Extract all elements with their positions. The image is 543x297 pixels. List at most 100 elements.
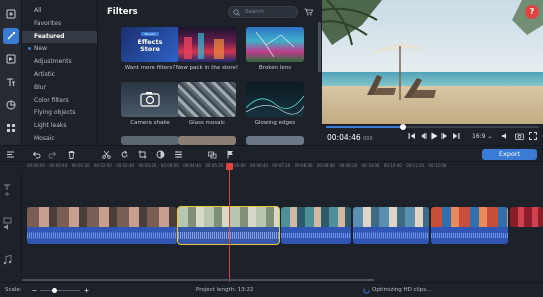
glass-mosaic-tile[interactable] bbox=[178, 82, 236, 117]
redo-icon[interactable] bbox=[48, 150, 57, 159]
timeline-clip[interactable] bbox=[353, 207, 429, 244]
stickers-icon bbox=[6, 100, 16, 110]
help-button[interactable]: ? bbox=[525, 5, 539, 19]
color-adjust-icon[interactable] bbox=[156, 150, 165, 159]
snapshot-camera-icon[interactable] bbox=[515, 132, 524, 140]
category-item[interactable]: New bbox=[22, 43, 97, 56]
more-tools-button[interactable] bbox=[3, 120, 19, 136]
category-label: Favorites bbox=[34, 19, 62, 27]
filter-tile-partial[interactable] bbox=[178, 136, 236, 145]
category-item[interactable]: Artistic bbox=[22, 69, 97, 82]
timeline-clip[interactable] bbox=[27, 207, 177, 244]
filter-tile-partial[interactable] bbox=[121, 136, 179, 145]
category-item[interactable]: Blur bbox=[22, 82, 97, 95]
optimizing-status: Optimizing HD clips... bbox=[372, 287, 432, 293]
ruler-tick-label: 00:06:40 bbox=[250, 163, 268, 168]
import-tool-button[interactable] bbox=[3, 6, 19, 22]
ruler-tick-label: 00:00:40 bbox=[49, 163, 68, 168]
ruler-tick-label: 00:01:20 bbox=[71, 163, 90, 168]
step-forward-icon[interactable] bbox=[441, 132, 449, 140]
scale-label: Scale: bbox=[5, 287, 22, 293]
clip-thumbnails bbox=[281, 207, 351, 227]
category-item[interactable]: Featured bbox=[22, 30, 97, 44]
ruler-tick-label: 00:12:00 bbox=[428, 163, 447, 168]
ruler-tick-label: 00:08:00 bbox=[294, 163, 313, 168]
clip-thumbnails bbox=[431, 207, 508, 227]
category-item[interactable]: Color filters bbox=[22, 95, 97, 108]
timecode-ms: 000 bbox=[363, 136, 373, 142]
timeline-clip[interactable] bbox=[510, 207, 543, 227]
skip-end-icon[interactable] bbox=[452, 132, 460, 140]
clip-properties-icon[interactable] bbox=[174, 150, 183, 159]
store-banner-badge: Movavi bbox=[141, 32, 159, 36]
category-label: Color filters bbox=[34, 96, 69, 104]
more-tools-icon bbox=[7, 124, 15, 132]
skip-start-icon[interactable] bbox=[408, 132, 416, 140]
effects-store-tile[interactable]: Movavi Effects Store bbox=[121, 27, 179, 62]
playback-progress[interactable] bbox=[326, 124, 539, 130]
ruler-tick-label: 00:04:00 bbox=[160, 163, 179, 168]
broken-lens-tile[interactable] bbox=[246, 27, 304, 62]
category-label: Light leaks bbox=[34, 122, 67, 130]
category-item[interactable]: Flying objects bbox=[22, 107, 97, 120]
transitions-tool-button[interactable] bbox=[3, 51, 19, 67]
playback-progress-knob[interactable] bbox=[399, 124, 406, 130]
category-label: Adjustments bbox=[34, 58, 72, 66]
category-item[interactable]: Favorites bbox=[22, 18, 97, 31]
marker-flag-icon[interactable] bbox=[226, 150, 235, 159]
scale-slider-knob[interactable] bbox=[51, 288, 57, 293]
timeline-ruler[interactable]: 00:00:00 00:00:40 00:01:20 00:02:00 00:02:40… bbox=[22, 162, 543, 170]
timeline-toolbar: Export bbox=[0, 145, 543, 162]
rotate-icon[interactable] bbox=[120, 150, 129, 159]
ruler-tick-label: 00:11:20 bbox=[406, 163, 425, 168]
fullscreen-icon[interactable] bbox=[529, 132, 537, 140]
step-back-icon[interactable] bbox=[419, 132, 427, 140]
zoom-in-icon[interactable] bbox=[84, 288, 89, 293]
playhead-line bbox=[229, 168, 230, 283]
glowing-edges-tile[interactable] bbox=[246, 82, 304, 117]
filters-tool-button[interactable] bbox=[3, 28, 19, 44]
filters-panel: Filters Search Movavi Effects Store Want… bbox=[99, 0, 321, 145]
play-icon[interactable] bbox=[430, 132, 438, 140]
filter-categories-list: All Favorites Featured New Adjustments Artist… bbox=[22, 0, 98, 145]
delete-trash-icon[interactable] bbox=[67, 150, 76, 159]
undo-icon[interactable] bbox=[32, 150, 41, 159]
stickers-tool-button[interactable] bbox=[3, 97, 19, 113]
track-headers bbox=[0, 171, 22, 281]
category-item[interactable]: All bbox=[22, 5, 97, 18]
overlay-icon[interactable] bbox=[208, 150, 217, 159]
camera-shake-tile[interactable] bbox=[121, 82, 179, 117]
filter-tile-partial[interactable] bbox=[246, 136, 304, 145]
clip-audio-waveform bbox=[353, 227, 429, 244]
titles-tool-button[interactable] bbox=[3, 74, 19, 90]
cut-scissors-icon[interactable] bbox=[102, 150, 111, 159]
category-label: Mosaic bbox=[34, 134, 55, 142]
music-track-icon bbox=[3, 255, 12, 265]
aspect-ratio-select[interactable]: 16:9 ⌄ bbox=[472, 133, 492, 140]
zoom-out-icon[interactable] bbox=[32, 288, 37, 293]
store-cart-icon[interactable] bbox=[304, 8, 313, 16]
category-item[interactable]: Light leaks bbox=[22, 120, 97, 133]
category-label: Blur bbox=[34, 83, 47, 91]
crop-icon[interactable] bbox=[138, 150, 147, 159]
scale-slider[interactable] bbox=[40, 288, 80, 293]
filters-scrollbar[interactable] bbox=[318, 22, 321, 72]
video-track-icon bbox=[3, 217, 12, 230]
category-item[interactable]: Adjustments bbox=[22, 56, 97, 69]
volume-icon[interactable] bbox=[501, 132, 509, 140]
category-label: Flying objects bbox=[34, 109, 76, 117]
ruler-tick-label: 00:03:20 bbox=[138, 163, 157, 168]
timeline-scrollbar[interactable] bbox=[22, 279, 374, 281]
ruler-tick-label: 00:07:20 bbox=[272, 163, 291, 168]
status-bar: Scale: Project length: 13:22 Optimizing … bbox=[0, 282, 543, 297]
import-icon bbox=[6, 9, 16, 19]
timeline-clip[interactable] bbox=[431, 207, 508, 244]
export-button[interactable]: Export bbox=[482, 149, 537, 160]
project-length: Project length: 13:22 bbox=[196, 287, 254, 293]
timeline-clip[interactable] bbox=[281, 207, 351, 244]
clip-audio-waveform bbox=[431, 227, 508, 244]
glowing-edges-lines bbox=[246, 95, 304, 115]
category-item[interactable]: Mosaic bbox=[22, 133, 97, 146]
new-pack-tile[interactable] bbox=[178, 27, 236, 62]
timeline-settings-icon[interactable] bbox=[6, 150, 15, 159]
